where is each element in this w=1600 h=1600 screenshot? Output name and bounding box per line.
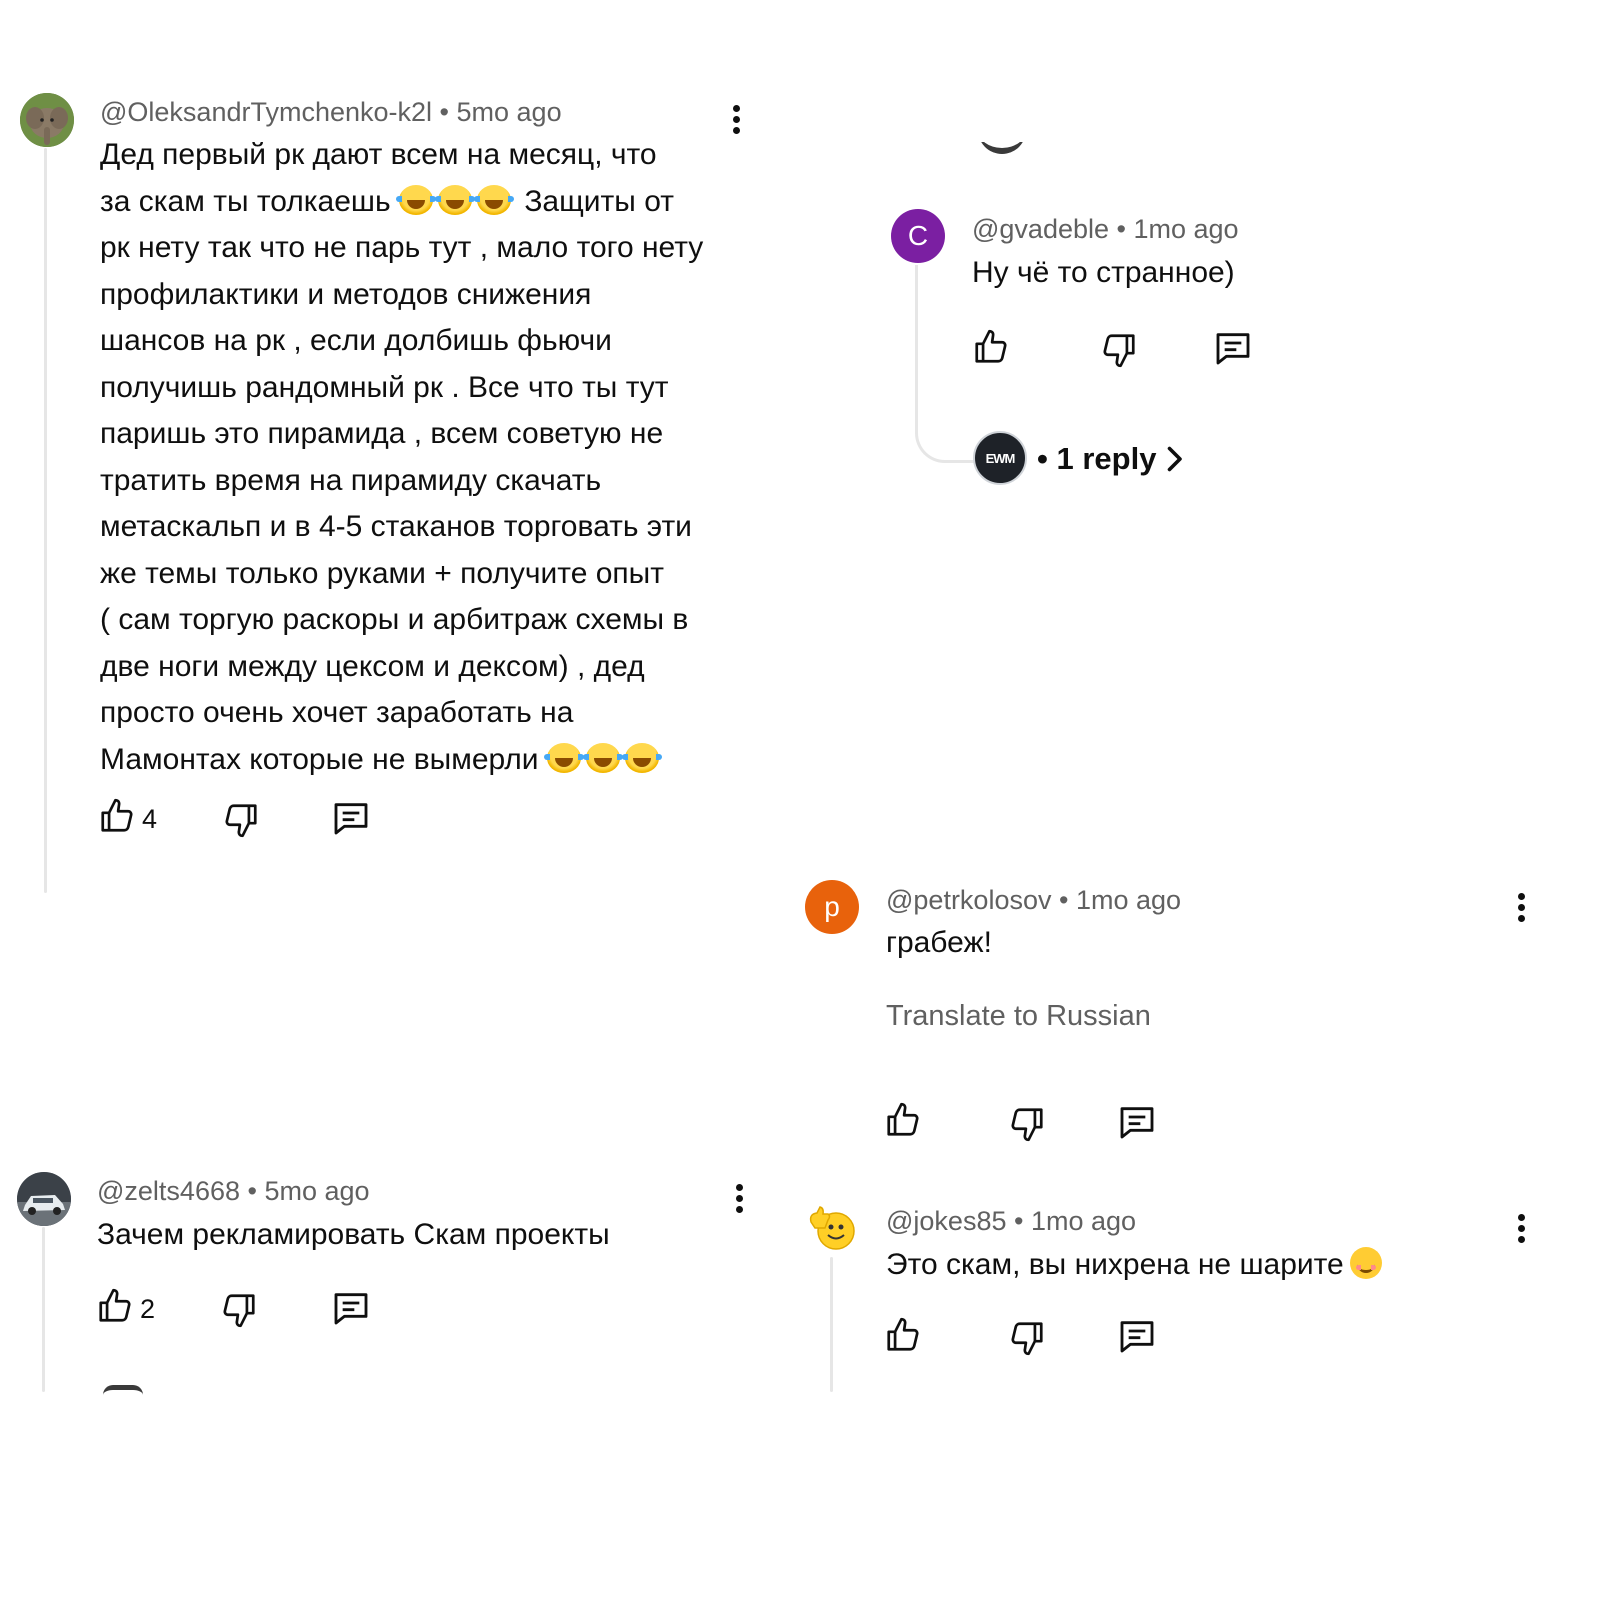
author-handle[interactable]: @zelts4668 [97, 1176, 240, 1206]
comment-meta: @jokes85 • 1mo ago [886, 1206, 1137, 1236]
reply-icon[interactable] [1117, 1102, 1157, 1142]
comment-age: 1mo ago [1030, 1206, 1137, 1236]
reply-count: 1 reply [1056, 441, 1157, 476]
comment-meta: @OleksandrTymchenko-k2l • 5mo ago [100, 97, 562, 127]
author-handle[interactable]: @petrkolosov [886, 885, 1051, 915]
laughing-emoji-icon [543, 742, 584, 773]
cut-off-avatar [103, 1385, 143, 1395]
like-icon[interactable] [884, 1315, 922, 1355]
comment-meta: @zelts4668 • 5mo ago [97, 1176, 370, 1206]
laughing-emoji-icon [434, 184, 475, 215]
comment-text: Зачем рекламировать Скам проекты [97, 1218, 610, 1251]
comment-meta: @gvadeble • 1mo ago [972, 214, 1239, 244]
dislike-icon[interactable] [220, 1290, 258, 1330]
comment-text: Ну чё то странное) [972, 256, 1235, 289]
comment-text: Дед первый рк дают всем на месяц, что за… [100, 138, 704, 776]
comment-meta: @petrkolosov • 1mo ago [886, 885, 1182, 915]
reply-thread-connector [915, 265, 978, 463]
comment-age: 5mo ago [456, 97, 562, 127]
like-icon[interactable] [98, 796, 136, 836]
like-icon[interactable] [884, 1100, 922, 1140]
like-icon[interactable] [972, 327, 1010, 367]
like-count: 4 [142, 804, 158, 834]
translate-link[interactable]: Translate to Russian [886, 1000, 1151, 1033]
reply-author-avatar[interactable]: ЕWM [973, 431, 1027, 485]
like-icon[interactable] [96, 1286, 134, 1326]
like-count: 2 [140, 1294, 156, 1324]
thread-line [830, 1257, 833, 1392]
avatar-logo-text: ЕWM [985, 450, 1016, 466]
laughing-emoji-icon [582, 742, 623, 773]
view-replies-link[interactable]: • 1 reply [1037, 441, 1156, 477]
comment-age: 1mo ago [1075, 885, 1182, 915]
avatar-letter: p [824, 891, 840, 922]
dislike-icon[interactable] [222, 800, 260, 840]
more-options-icon[interactable] [1515, 893, 1527, 927]
car-avatar-image [17, 1172, 71, 1226]
reply-icon[interactable] [1213, 328, 1253, 368]
thumbs-up-smiley-avatar-image [809, 1206, 855, 1250]
comment-text: Это скам, вы нихрена не шарите [886, 1242, 1382, 1289]
reply-icon[interactable] [1117, 1316, 1157, 1356]
reply-icon[interactable] [331, 1288, 371, 1328]
avatar[interactable] [20, 93, 74, 147]
comment-age: 5mo ago [264, 1176, 370, 1206]
laughing-emoji-icon [473, 184, 514, 215]
author-handle[interactable]: @gvadeble [972, 214, 1109, 244]
avatar[interactable]: p [805, 880, 859, 934]
avatar[interactable] [17, 1172, 71, 1226]
avatar[interactable]: С [891, 209, 945, 263]
laughing-emoji-icon [395, 184, 436, 215]
laughing-emoji-icon [621, 742, 662, 773]
cut-off-avatar [978, 142, 1026, 154]
elephant-avatar-image [20, 93, 74, 147]
more-options-icon[interactable] [733, 1184, 745, 1218]
dislike-icon[interactable] [1008, 1318, 1046, 1358]
comment-age: 1mo ago [1133, 214, 1239, 244]
chevron-right-icon[interactable] [1163, 444, 1185, 474]
thread-line [44, 148, 47, 893]
reply-icon[interactable] [331, 798, 371, 838]
author-handle[interactable]: @jokes85 [886, 1206, 1006, 1236]
dislike-icon[interactable] [1008, 1104, 1046, 1144]
blushing-smile-emoji-icon [1349, 1247, 1382, 1279]
avatar-letter: С [907, 220, 929, 251]
comment-text: грабеж! [886, 926, 992, 959]
dislike-icon[interactable] [1100, 330, 1138, 370]
author-handle[interactable]: @OleksandrTymchenko-k2l [100, 97, 432, 127]
thread-line [42, 1227, 45, 1392]
more-options-icon[interactable] [1515, 1214, 1527, 1248]
avatar[interactable] [805, 1202, 859, 1256]
